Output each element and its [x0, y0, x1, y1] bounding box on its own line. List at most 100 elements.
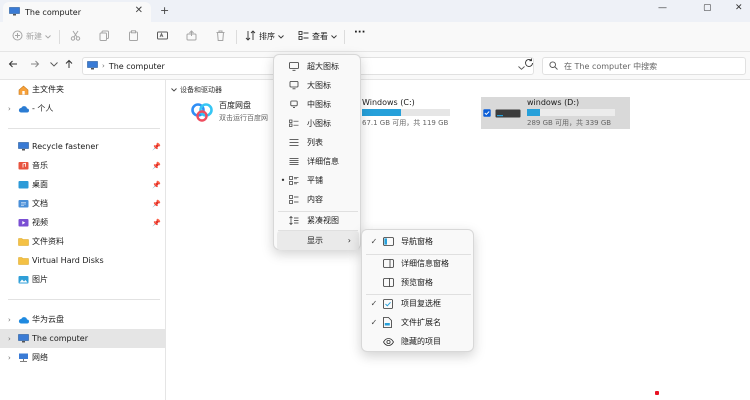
- submenu-item-details-pane[interactable]: 详细信息窗格: [365, 254, 472, 273]
- plus-circle-icon: [12, 30, 23, 43]
- sidebar-item-virtual-hard-disks[interactable]: Virtual Hard Disks: [0, 251, 165, 270]
- chevron-right-icon: ›: [347, 236, 351, 245]
- close-window-button[interactable]: ✕: [735, 3, 743, 13]
- drive-name: Windows (C:): [362, 98, 415, 107]
- submenu-item-preview-pane[interactable]: 预览窗格: [365, 273, 472, 292]
- search-input[interactable]: 在 The computer 中搜索: [542, 57, 746, 75]
- chevron-right-icon[interactable]: ›: [8, 335, 18, 343]
- chevron-right-icon[interactable]: ›: [8, 316, 18, 324]
- sidebar-item-recycle-fastener[interactable]: Recycle fastener 📌: [0, 137, 165, 156]
- new-button[interactable]: 新建: [12, 30, 51, 43]
- up-arrow-icon[interactable]: [64, 59, 74, 72]
- monitor-icon: [18, 334, 32, 343]
- pin-icon[interactable]: 📌: [152, 181, 161, 189]
- sidebar-item-label: 视频: [32, 218, 48, 227]
- new-tab-button[interactable]: +: [160, 4, 169, 17]
- sidebar-item-documents[interactable]: 文档 📌: [0, 194, 165, 213]
- sidebar-item-label: Virtual Hard Disks: [32, 256, 104, 265]
- sidebar-item-home[interactable]: 主文件夹: [0, 80, 165, 99]
- pin-icon[interactable]: 📌: [152, 200, 161, 208]
- sidebar-item-label: 图片: [32, 275, 48, 284]
- submenu-item-item-checkboxes[interactable]: ✓ 项目复选框: [365, 294, 472, 313]
- menu-item-details[interactable]: 详细信息: [277, 152, 359, 171]
- sidebar-item-videos[interactable]: 视频 📌: [0, 213, 165, 232]
- drive-windows-c[interactable]: Windows (C:) 67.1 GB 可用，共 119 GB: [362, 98, 472, 130]
- menu-item-large-icons[interactable]: 大图标: [277, 76, 359, 95]
- view-menu: 超大图标 大图标 中图标 小图标 列表 详细信息 • 平铺 内容 紧凑视图 显示…: [273, 54, 361, 250]
- submenu-item-hidden-items[interactable]: 隐藏的项目: [365, 332, 472, 351]
- network-icon: [18, 353, 32, 362]
- breadcrumb-item[interactable]: The computer: [109, 62, 165, 71]
- cloud-icon: [18, 316, 32, 324]
- checkmark-icon: ✓: [370, 237, 378, 246]
- drive-name: 百度网盘: [219, 101, 251, 110]
- chevron-right-icon[interactable]: ›: [8, 105, 18, 113]
- menu-item-medium-icons[interactable]: 中图标: [277, 95, 359, 114]
- scissors-icon: [70, 30, 81, 43]
- drive-usage-bar: [527, 109, 615, 116]
- sidebar-item-music[interactable]: 音乐 📌: [0, 156, 165, 175]
- back-arrow-icon[interactable]: [8, 59, 18, 72]
- new-label: 新建: [26, 32, 42, 41]
- submenu-item-label: 导航窗格: [401, 237, 433, 246]
- chevron-down-icon: [171, 86, 177, 94]
- rename-button[interactable]: [157, 30, 168, 43]
- sidebar-item-huawei-cloud[interactable]: › 华为云盘: [0, 310, 165, 329]
- copy-button[interactable]: [99, 30, 110, 43]
- copy-icon: [99, 30, 110, 43]
- sidebar-item-personal[interactable]: › - 个人: [0, 99, 165, 118]
- chevron-right-icon[interactable]: ›: [8, 354, 18, 362]
- menu-item-extra-large-icons[interactable]: 超大图标: [277, 57, 359, 76]
- eye-icon: [383, 337, 401, 346]
- drive-windows-d[interactable]: windows (D:) 289 GB 可用，共 339 GB: [481, 97, 630, 129]
- pin-icon[interactable]: 📌: [152, 219, 161, 227]
- submenu-item-file-extensions[interactable]: ✓ 文件扩展名: [365, 313, 472, 332]
- trash-icon: [215, 30, 226, 43]
- view-button[interactable]: 查看: [298, 30, 337, 43]
- pin-icon[interactable]: 📌: [152, 162, 161, 170]
- menu-item-content[interactable]: 内容: [277, 190, 359, 209]
- minimize-button[interactable]: —: [658, 3, 667, 13]
- delete-button[interactable]: [215, 30, 226, 43]
- tab-the-computer[interactable]: The computer ✕: [3, 2, 151, 22]
- toolbar-divider: [344, 30, 345, 44]
- sidebar-item-file-materials[interactable]: 文件资料: [0, 232, 165, 251]
- menu-item-list[interactable]: 列表: [277, 133, 359, 152]
- sort-button[interactable]: 排序: [245, 30, 284, 43]
- pin-icon[interactable]: 📌: [152, 143, 161, 151]
- list-view-icon: [289, 138, 305, 147]
- home-icon: [18, 85, 32, 95]
- sidebar-item-pictures[interactable]: 图片: [0, 270, 165, 289]
- drive-name: windows (D:): [527, 98, 580, 107]
- menu-item-show[interactable]: 显示 ›: [277, 231, 359, 250]
- navigation-pane: 主文件夹 › - 个人 Recycle fastener 📌 音乐 📌 桌面 📌: [0, 80, 166, 400]
- more-options-button[interactable]: ···: [354, 27, 365, 38]
- command-bar: 新建 排序 查看 ···: [0, 22, 750, 52]
- refresh-icon[interactable]: [524, 58, 534, 71]
- chevron-down-icon[interactable]: [50, 59, 58, 70]
- cloud-icon: [18, 105, 32, 113]
- group-header[interactable]: 设备和驱动器: [171, 85, 222, 95]
- medium-icon-view-icon: [289, 100, 305, 109]
- menu-item-small-icons[interactable]: 小图标: [277, 114, 359, 133]
- paste-button[interactable]: [128, 30, 139, 43]
- sidebar-item-desktop[interactable]: 桌面 📌: [0, 175, 165, 194]
- sidebar-item-the-computer[interactable]: › The computer: [0, 329, 165, 348]
- maximize-button[interactable]: ▢: [703, 3, 712, 13]
- forward-arrow-icon[interactable]: [30, 59, 40, 72]
- address-bar-row: › The computer 在 The computer 中搜索: [0, 52, 750, 80]
- menu-item-compact-view[interactable]: 紧凑视图: [277, 211, 359, 230]
- submenu-item-label: 项目复选框: [401, 299, 441, 308]
- share-button[interactable]: [186, 30, 197, 43]
- monitor-icon: [9, 6, 20, 18]
- search-placeholder: 在 The computer 中搜索: [564, 61, 658, 71]
- sort-label: 排序: [259, 32, 275, 41]
- menu-item-label: 列表: [307, 138, 323, 147]
- sidebar-item-network[interactable]: › 网络: [0, 348, 165, 367]
- sidebar-divider: [8, 128, 160, 129]
- cut-button[interactable]: [70, 30, 81, 43]
- close-tab-icon[interactable]: ✕: [135, 5, 143, 16]
- menu-item-tiles[interactable]: • 平铺: [277, 171, 359, 190]
- submenu-item-navigation-pane[interactable]: ✓ 导航窗格: [365, 232, 472, 251]
- checkbox-checked-icon[interactable]: [483, 109, 491, 119]
